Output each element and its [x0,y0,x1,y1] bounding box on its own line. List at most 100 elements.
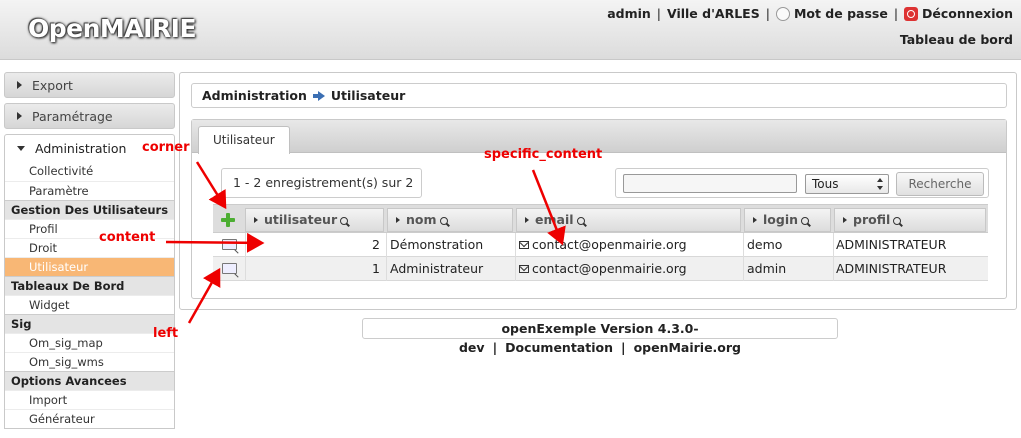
dashboard-link[interactable]: Tableau de bord [900,32,1013,47]
view-icon[interactable] [222,263,237,274]
menu-parametrage[interactable]: Paramétrage [4,103,175,129]
openmairie-logo[interactable]: OpenMAIRIE [8,6,197,46]
cell-utilisateur: 1 [372,261,380,276]
administration-submenu: Collectivité Paramètre Gestion Des Utili… [4,162,175,429]
chevron-right-icon [17,112,22,120]
separator: | [656,6,661,21]
sidebar-category-users: Gestion Des Utilisateurs [5,200,174,219]
user-name: admin [607,6,651,21]
menu-export[interactable]: Export [4,72,175,98]
cell-utilisateur: 2 [372,237,380,252]
breadcrumb-parent: Administration [202,88,307,103]
sort-icon [396,217,400,223]
cell-login: admin [747,261,787,276]
column-label: nom [406,212,437,227]
column-header-utilisateur[interactable]: utilisateur [245,208,384,232]
cell-email[interactable]: contact@openmairie.org [519,257,687,281]
annotation-specific-content: specific_content [484,147,603,162]
key-icon [775,6,790,21]
tabs-panel: Utilisateur 1 - 2 enregistrement(s) sur … [191,119,1007,299]
pagination-info: 1 - 2 enregistrement(s) sur 2 [221,168,422,198]
separator: | [765,6,770,21]
separator: | [492,340,498,355]
column-header-profil[interactable]: profil [834,208,986,232]
menu-label: Export [32,77,73,93]
arrow-right-icon [312,90,325,101]
column-label: utilisateur [264,212,338,227]
sidebar-category-sig: Sig [5,314,174,333]
tab-utilisateur[interactable]: Utilisateur [198,126,290,154]
select-value: Tous [812,177,839,191]
power-icon [904,6,919,21]
add-button[interactable] [215,208,241,232]
sort-icon [525,217,529,223]
sidebar: Export Paramétrage Administration Collec… [4,72,175,429]
chevron-right-icon [17,81,22,89]
chevron-down-icon [17,146,25,151]
logout-link[interactable]: Déconnexion [922,6,1013,21]
annotation-content: content [99,230,156,245]
table-row[interactable]: 2 Démonstration contact@openmairie.org d… [213,233,988,257]
sidebar-item-import[interactable]: Import [5,390,174,409]
column-label: login [763,212,799,227]
search-icon[interactable] [576,217,585,225]
search-field-select[interactable]: Tous [805,174,889,194]
divider [743,233,744,257]
table-row[interactable]: 1 Administrateur contact@openmairie.org … [213,257,988,281]
table-header: utilisateur nom email login profil [213,204,988,233]
sidebar-item-collectivite[interactable]: Collectivité [5,162,174,181]
footer-documentation-link[interactable]: Documentation [505,340,613,355]
column-header-nom[interactable]: nom [387,208,513,232]
footer: openExemple Version 4.3.0-dev | Documentat… [362,318,838,355]
sidebar-item-parametre[interactable]: Paramètre [5,181,174,200]
sidebar-item-om-sig-map[interactable]: Om_sig_map [5,333,174,352]
cell-email[interactable]: contact@openmairie.org [519,233,687,257]
plus-icon [221,213,235,227]
sort-icon [843,217,847,223]
sidebar-item-om-sig-wms[interactable]: Om_sig_wms [5,352,174,371]
cell-profil: ADMINISTRATEUR [836,261,947,276]
divider [833,257,834,281]
sidebar-category-advanced: Options Avancees [5,371,174,390]
view-icon[interactable] [222,239,237,250]
column-header-login[interactable]: login [744,208,831,232]
email-text: contact@openmairie.org [532,237,687,252]
divider [515,233,516,257]
column-label: email [535,212,574,227]
annotation-left: left [153,326,179,341]
sidebar-item-utilisateur[interactable]: Utilisateur [5,257,174,276]
cell-nom: Administrateur [390,261,484,276]
sort-icon [254,217,258,223]
divider [833,233,834,257]
search-icon[interactable] [439,217,448,225]
annotation-corner: corner [142,140,190,155]
users-table: utilisateur nom email login profil 2 Dém… [213,204,988,281]
separator: | [620,340,626,355]
cell-profil: ADMINISTRATEUR [836,237,947,252]
menu-label: Administration [35,141,127,156]
search-button[interactable]: Recherche [896,172,984,196]
search-icon[interactable] [801,217,810,225]
search-icon[interactable] [340,217,349,225]
search-icon[interactable] [893,217,902,225]
column-header-email[interactable]: email [516,208,741,232]
mail-icon [519,265,529,273]
search-input[interactable] [623,174,797,193]
password-link[interactable]: Mot de passe [794,6,888,21]
top-links: admin | Ville d'ARLES | Mot de passe | D… [607,6,1013,21]
menu-label: Paramétrage [32,108,113,124]
select-arrows-icon [877,178,884,190]
main-content: Administration Utilisateur Utilisateur 1… [179,72,1017,310]
search-box: Tous Recherche [615,168,989,198]
separator: | [893,6,899,21]
breadcrumb-current: Utilisateur [330,88,406,103]
cell-nom: Démonstration [390,237,484,252]
divider [515,257,516,281]
sidebar-item-generateur[interactable]: Générateur [5,409,174,428]
sidebar-category-dashboards: Tableaux De Bord [5,276,174,295]
logo-text: OpenMAIRIE [28,14,197,43]
breadcrumb: Administration Utilisateur [191,83,1007,108]
mail-icon [519,241,529,249]
sidebar-item-widget[interactable]: Widget [5,295,174,314]
footer-site-link[interactable]: openMairie.org [634,340,741,355]
